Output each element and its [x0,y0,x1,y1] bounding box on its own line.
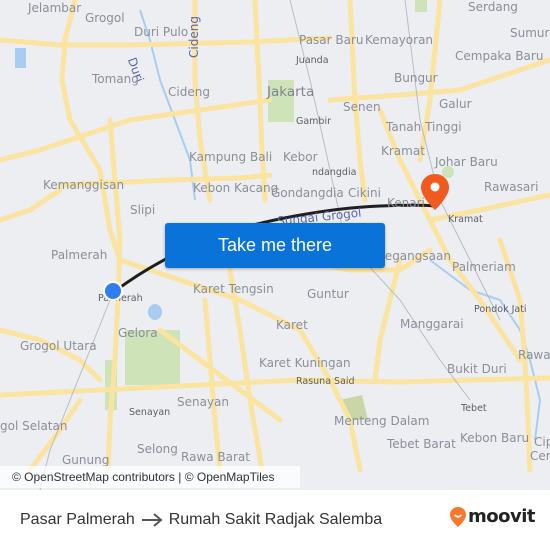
label-kenari: Kenari [387,196,425,210]
label-gambir: Gambir [296,116,332,127]
label-kebon-melati: Kebor [283,150,318,164]
label-tebet: Tebet [461,403,487,414]
label-tomang: Tomang [92,72,139,86]
label-tanah-tinggi: Tanah Tinggi [386,120,462,134]
label-grogol-selatan: gol Selatan [0,419,68,433]
label-kebon-kacang: Kebon Kacang [193,181,279,195]
label-slipi: Slipi [130,203,156,217]
label-jakarta: Jakarta [267,84,315,100]
label-tebet-barat: Tebet Barat [387,437,456,451]
label-cideng: Cideng [168,85,210,99]
label-galur: Galur [439,97,472,111]
label-selong: Selong [137,442,178,456]
label-kemayoran: Kemayoran [365,33,434,47]
label-duri-pulo: Duri Pulo [134,25,189,39]
label-kebon-baru: Kebon Baru [460,431,530,445]
destination-pin-icon[interactable] [421,174,449,210]
label-senayan: Senayan [177,395,230,409]
label-gunung: Gunung [62,453,110,467]
label-kramat-station: Kramat [448,214,483,225]
label-gondangdia-station: ndangdia [312,167,357,178]
label-rawa-bunga: Rawa B [518,348,550,362]
label-gelora: Gelora [118,326,158,340]
destination-name: Rumah Sakit Radjak Salemba [168,511,383,528]
label-palmerah: Palmerah [51,248,108,262]
label-cikini: Cikini [348,186,381,200]
label-kramat: Kramat [381,144,425,158]
label-gondangdia: Gondangdia [271,186,344,200]
map[interactable]: Jelambar Grogol Duri Pulo Duri Cideng To… [0,0,550,490]
label-cempaka-baru: Cempaka Baru [455,49,544,63]
label-pegangsaan: Pegangsaan [378,249,451,263]
map-attribution[interactable]: © OpenStreetMap contributors | © OpenMap… [0,466,300,488]
moovit-pin-icon [450,506,466,527]
label-menteng-dalam: Menteng Dalam [334,414,430,428]
label-bukit-duri: Bukit Duri [447,362,507,376]
label-grogol-utara: Grogol Utara [20,339,97,353]
label-rawasari: Rawasari [484,180,539,194]
route-summary: Pasar Palmerah Rumah Sakit Radjak Salemb… [20,511,382,529]
label-jelambar: Jelambar [28,1,82,15]
label-cipinang: Cip [534,435,550,449]
brand-name: moovit [468,506,536,527]
label-cempaka: Cem [530,449,550,463]
label-rawa-barat: Rawa Barat [181,450,250,464]
origin-marker[interactable] [103,281,123,301]
water-lake [148,304,162,320]
label-rasuna-said: Rasuna Said [296,376,355,387]
label-juanda: Juanda [296,55,329,66]
arrow-right-icon [141,513,163,527]
origin-name: Pasar Palmerah [20,511,135,528]
label-pasar-baru: Pasar Baru [299,33,364,47]
label-cideng-road: Cideng [187,16,201,58]
label-manggarai: Manggarai [400,317,464,331]
label-kampung-bali: Kampung Bali [189,150,273,164]
label-kemanggisan: Kemanggisan [43,178,125,192]
label-pondok-jati: Pondok Jati [474,304,527,315]
label-karet-tengsin: Karet Tengsin [193,282,274,296]
label-senen: Senen [343,100,381,114]
label-grogol: Grogol [85,11,125,25]
water-pond [15,48,26,68]
label-bungur: Bungur [394,71,438,85]
label-senayan-station: Senayan [129,407,171,418]
label-sumur-batu: Sumur B [510,26,550,40]
park-north [415,0,427,12]
label-serdang: Serdang [468,0,518,14]
take-me-there-button[interactable]: Take me there [165,223,385,268]
label-johar-baru: Johar Baru [435,155,498,169]
label-karet: Karet [276,318,308,332]
label-guntur: Guntur [307,287,349,301]
label-karet-kuningan: Karet Kuningan [259,356,351,370]
label-palmeriam: Palmeriam [452,260,516,274]
moovit-logo[interactable]: moovit [450,506,536,527]
